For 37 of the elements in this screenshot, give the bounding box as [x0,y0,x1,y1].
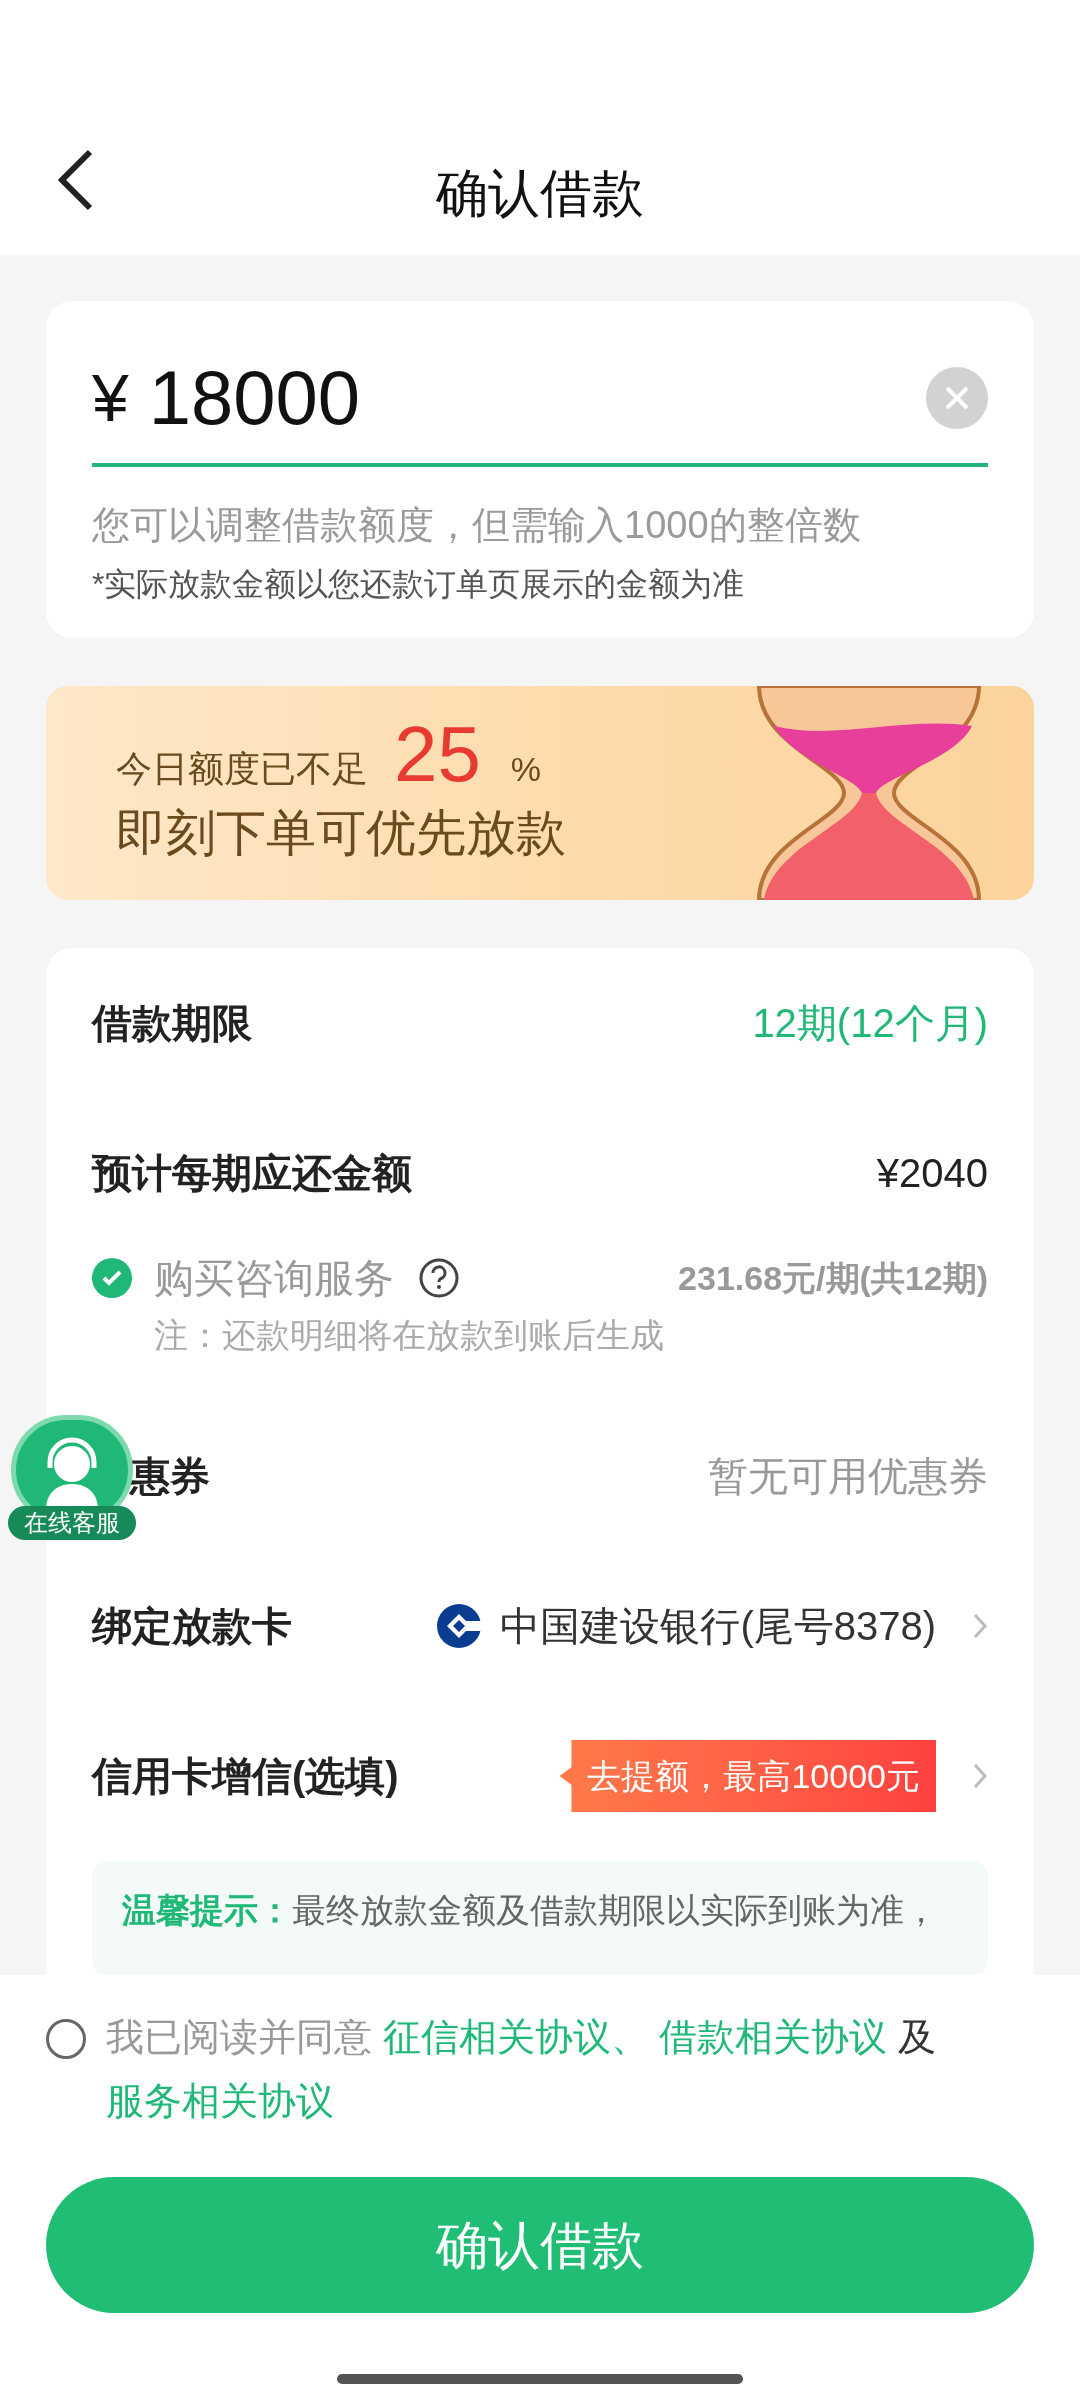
agreement-link[interactable]: 借款相关协议 [659,2016,888,2058]
check-icon [101,1269,123,1287]
amount-note: *实际放款金额以您还款订单页展示的金额为准 [92,565,746,604]
agreement-text: 我已阅读并同意 征信相关协议、 借款相关协议 及 服务相关协议 [106,2015,937,2124]
amount-field[interactable]: ¥ 18000 [92,341,988,467]
row-label: 信用卡增信(选填) [92,1753,399,1800]
service-checkbox[interactable] [92,1258,132,1298]
agreement-checkbox[interactable] [46,2019,86,2059]
chevron-right-icon [972,1612,988,1640]
row-value: 暂无可用优惠券 [708,1453,988,1500]
row-label: 预计每期应还金额 [92,1150,412,1197]
banner-percent: 25 [394,715,481,793]
currency-symbol: ¥ [92,359,129,437]
tip-text: 温馨提示：最终放款金额及借款期限以实际到账为准， [122,1891,938,1929]
support-label: 在线客服 [8,1506,136,1540]
promo-badge[interactable]: 去提额，最高10000元 [559,1740,936,1812]
agreement-link[interactable]: 服务相关协议 [106,2080,334,2122]
bank-account[interactable]: 中国建设银行(尾号8378) [500,1596,936,1656]
confirm-loan-button[interactable]: 确认借款 [46,2177,1034,2313]
row-value: ¥2040 [876,1150,988,1197]
service-label: 购买咨询服务 [154,1255,394,1302]
banner-headline: 即刻下单可优先放款 [116,804,567,863]
chevron-right-icon [972,1762,988,1790]
help-icon[interactable] [418,1257,460,1299]
bank-logo-icon [436,1603,483,1649]
percent-sign: % [510,749,541,790]
row-label: 借款期限 [92,1000,252,1047]
row-value: 12期(12个月) [752,1000,988,1047]
amount-value: 18000 [148,354,361,442]
agreement-link[interactable]: 征信相关协议、 [382,2016,649,2058]
service-note: 注：还款明细将在放款到账后生成 [154,1315,665,1356]
amount-hint: 您可以调整借款额度，但需输入1000的整倍数 [92,503,862,548]
close-icon [944,385,970,411]
row-label: 绑定放款卡 [92,1603,292,1650]
service-price: 231.68元/期(共12期) [678,1257,988,1299]
page-title: 确认借款 [436,162,644,224]
banner-text: 今日额度已不足 [116,747,368,791]
